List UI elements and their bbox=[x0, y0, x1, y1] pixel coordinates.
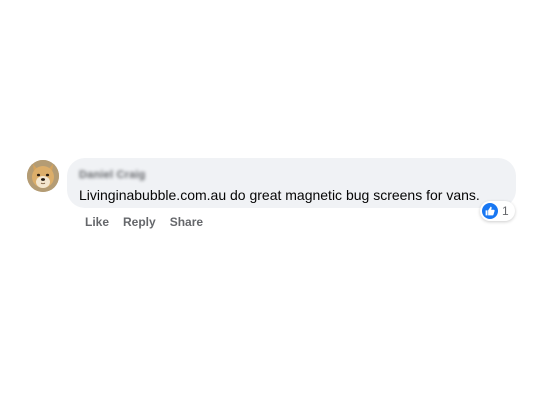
page: Daniel Craig Livinginabubble.com.au do g… bbox=[0, 0, 540, 400]
reactions-summary[interactable]: 1 bbox=[480, 201, 515, 221]
comment-text: Livinginabubble.com.au do great magnetic… bbox=[79, 187, 480, 203]
like-icon bbox=[482, 203, 498, 219]
avatar[interactable] bbox=[27, 160, 59, 192]
reaction-count: 1 bbox=[502, 204, 509, 218]
like-button[interactable]: Like bbox=[85, 214, 109, 230]
share-button[interactable]: Share bbox=[170, 214, 203, 230]
doge-avatar-icon bbox=[27, 160, 59, 192]
comment-author[interactable]: Daniel Craig bbox=[79, 169, 146, 182]
comment-bubble: Daniel Craig Livinginabubble.com.au do g… bbox=[67, 158, 516, 208]
reply-button[interactable]: Reply bbox=[123, 214, 156, 230]
comment-actions: Like Reply Share bbox=[85, 214, 217, 230]
